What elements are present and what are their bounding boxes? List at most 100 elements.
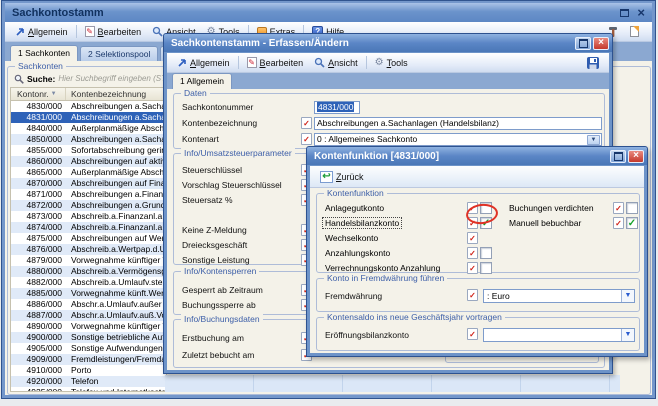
account-rows: 4830/000Abschreibungen a.Sachanlagen (d4… (11, 101, 166, 391)
edit-toggle-icon[interactable] (613, 202, 624, 214)
account-row[interactable]: 4920/000Telefon (11, 376, 166, 387)
save-icon[interactable] (586, 56, 600, 70)
background-grid-strip (165, 375, 620, 392)
account-row[interactable]: 4860/000Abschreibungen auf aktivierte ge (11, 156, 166, 167)
edit-toggle-icon[interactable] (467, 262, 478, 274)
edit-toggle-icon[interactable] (301, 133, 312, 145)
close-icon[interactable]: × (628, 150, 644, 163)
edit-toggle-icon[interactable] (613, 217, 624, 229)
menu-label: Tools (387, 58, 408, 68)
edit-toggle-icon[interactable] (467, 328, 478, 340)
account-number: 4860/000 (11, 156, 66, 167)
checkbox-unchecked[interactable] (480, 262, 492, 274)
search-input[interactable]: Hier Suchbegriff eingeben (STRG+S (58, 74, 166, 83)
account-name: Fremdleistungen/Fremdarbeiten (66, 354, 166, 365)
account-row[interactable]: 4873/000Abschreib.a.Finanzanl.a.Gr.steue (11, 211, 166, 222)
account-name: Abschreib.a.Finanzanl.a.Grund st (66, 222, 166, 233)
maximize-icon[interactable] (610, 150, 626, 163)
select-value: 0 : Allgemeines Sachkonto (317, 134, 417, 144)
account-row[interactable]: 4850/000Abschreibungen a.Sachanlagen a (11, 134, 166, 145)
saldovortrag-group: Kontensaldo ins neue Geschäftsjahr vortr… (316, 317, 640, 351)
account-row[interactable]: 4885/000Vorwegnahme künft.Wertschwank (11, 288, 166, 299)
sachkontonummer-input[interactable]: 4831/000 (314, 101, 360, 114)
menu-item-bearbeiten[interactable]: ✎ Bearbeiten (242, 55, 309, 70)
menu-item-allgemein[interactable]: Allgemein (172, 56, 235, 70)
account-row[interactable]: 4882/000Abschreib.a.Umlaufv.steuerrechtl (11, 277, 166, 288)
account-row[interactable]: 4890/000Vorwegnahme künftiger Wertschw (11, 321, 166, 332)
checkbox-checked[interactable] (626, 217, 638, 229)
eroeffnungsbilanzkonto-select[interactable] (483, 328, 635, 342)
account-name: Abschreibungen a.Sachanlagen (d (66, 101, 166, 112)
option-row: Buchungen verdichten (317, 202, 639, 216)
account-number: 4876/000 (11, 244, 66, 255)
account-row[interactable]: 4887/000Abschr.a.Umlaufv.auß.Vorr./Wert (11, 310, 166, 321)
edit-toggle-icon[interactable] (467, 247, 478, 259)
checkbox-unchecked[interactable] (626, 202, 638, 214)
column-header-kontonr[interactable]: Kontonr. ▼ (11, 88, 66, 100)
account-row[interactable]: 4905/000Sonstige Aufwendungen betrieblic (11, 343, 166, 354)
account-name: Telefax und Internetkosten (66, 387, 166, 391)
menu-item-tools[interactable]: ⚙ Tools (370, 55, 413, 70)
chevron-down-icon[interactable] (621, 290, 634, 302)
fremdwaehrung-group: Konto in Fremdwährung führen Fremdwährun… (316, 278, 640, 312)
account-row[interactable]: 4909/000Fremdleistungen/Fremdarbeiten (11, 354, 166, 365)
search-row: Suche: Hier Suchbegriff eingeben (STRG+S (14, 72, 166, 85)
account-row[interactable]: 4879/000Vorwegnahme künftiger Wertschw (11, 255, 166, 266)
account-row[interactable]: 4900/000Sonstige betriebliche Aufwendung (11, 332, 166, 343)
menu-item-bearbeiten[interactable]: ✎ Bearbeiten (80, 24, 147, 39)
account-row[interactable]: 4925/000Telefax und Internetkosten (11, 387, 166, 391)
account-row[interactable]: 4870/000Abschreibungen auf Finanzanlage (11, 178, 166, 189)
account-row[interactable]: 4910/000Porto (11, 365, 166, 376)
account-row[interactable]: 4831/000Abschreibungen a.Sachanlagen (H (11, 112, 166, 123)
edit-toggle-icon[interactable] (301, 117, 312, 129)
account-row[interactable]: 4874/000Abschreib.a.Finanzanl.a.Grund st (11, 222, 166, 233)
edit-toggle-icon[interactable] (467, 289, 478, 301)
account-row[interactable]: 4876/000Abschreib.a.Wertpap.d.Umlaufve (11, 244, 166, 255)
account-name: Vorwegnahme künft.Wertschwank (66, 288, 166, 299)
magnifier-icon (152, 26, 163, 37)
account-name: Telefon (66, 376, 166, 387)
option-label: Verrechnungskonto Anzahlung (325, 263, 440, 273)
account-name: Abschreibungen a.Sachanlagen (H (66, 112, 166, 123)
account-row[interactable]: 4875/000Abschreibungen auf Wertpapiere (11, 233, 166, 244)
new-document-icon[interactable] (630, 26, 639, 37)
account-row[interactable]: 4872/000Abschreibungen a.Grund v.Verlust (11, 200, 166, 211)
maximize-icon[interactable] (575, 37, 591, 50)
account-row[interactable]: 4880/000Abschreib.a.Vermögensgegenst.d (11, 266, 166, 277)
menu-item-allgemein[interactable]: Allgemein (10, 25, 73, 39)
group-label: Sachkonten (15, 61, 66, 71)
column-header-kontenbezeichnung[interactable]: Kontenbezeichnung (66, 89, 146, 99)
field-label: Sachkontonummer (182, 102, 253, 112)
checkbox-unchecked[interactable] (480, 247, 492, 259)
account-name: Abschr.a.Umlaufv.auß.Vorr./Wert (66, 310, 166, 321)
fremdwaehrung-select[interactable]: : Euro (483, 289, 635, 303)
tab-selektionspool[interactable]: 2 Selektionspool (80, 46, 158, 61)
account-row[interactable]: 4865/000Außerplanmäßige Abschreib.a.akt (11, 167, 166, 178)
chevron-down-icon[interactable] (621, 329, 634, 341)
edit-pencil-icon: ✎ (247, 57, 257, 68)
account-row[interactable]: 4871/000Abschreibungen a.Finanzanl. 100% (11, 189, 166, 200)
restore-icon[interactable] (620, 9, 629, 17)
kontenfunktion-titlebar: Kontenfunktion [4831/000] × (307, 147, 647, 165)
account-number: 4880/000 (11, 266, 66, 277)
back-button[interactable]: ↩ Zurück (317, 170, 367, 184)
kontenart-select[interactable]: 0 : Allgemeines Sachkonto (314, 133, 602, 146)
kontenfunktion-toolbar: ↩ Zurück (310, 166, 644, 188)
group-label: Konto in Fremdwährung führen (324, 273, 447, 283)
field-label: Steuerschlüssel (182, 165, 242, 175)
tab-allgemein[interactable]: 1 Allgemein (172, 73, 232, 89)
field-label: Eröffnungsbilanzkonto (325, 330, 409, 340)
account-row[interactable]: 4830/000Abschreibungen a.Sachanlagen (d (11, 101, 166, 112)
kontenbezeichnung-input[interactable]: Abschreibungen a.Sachanlagen (Handelsbil… (314, 117, 602, 130)
field-row: Eröffnungsbilanzkonto (317, 328, 639, 342)
edit-toggle-icon[interactable] (467, 232, 478, 244)
account-row[interactable]: 4855/000Sofortabschreibung geringwertige (11, 145, 166, 156)
account-row[interactable]: 4840/000Außerplanmäßige Abschreibungen (11, 123, 166, 134)
menu-item-ansicht[interactable]: Ansicht (309, 55, 363, 70)
account-name: Abschreib.a.Finanzanl.a.Gr.steue (66, 211, 166, 222)
tab-sachkonten[interactable]: 1 Sachkonten (10, 45, 78, 61)
account-row[interactable]: 4886/000Abschr.a.Umlaufv.außer Vorräten (11, 299, 166, 310)
chevron-down-icon[interactable] (587, 135, 600, 145)
close-icon[interactable]: × (593, 37, 609, 50)
close-icon[interactable]: × (637, 8, 645, 18)
